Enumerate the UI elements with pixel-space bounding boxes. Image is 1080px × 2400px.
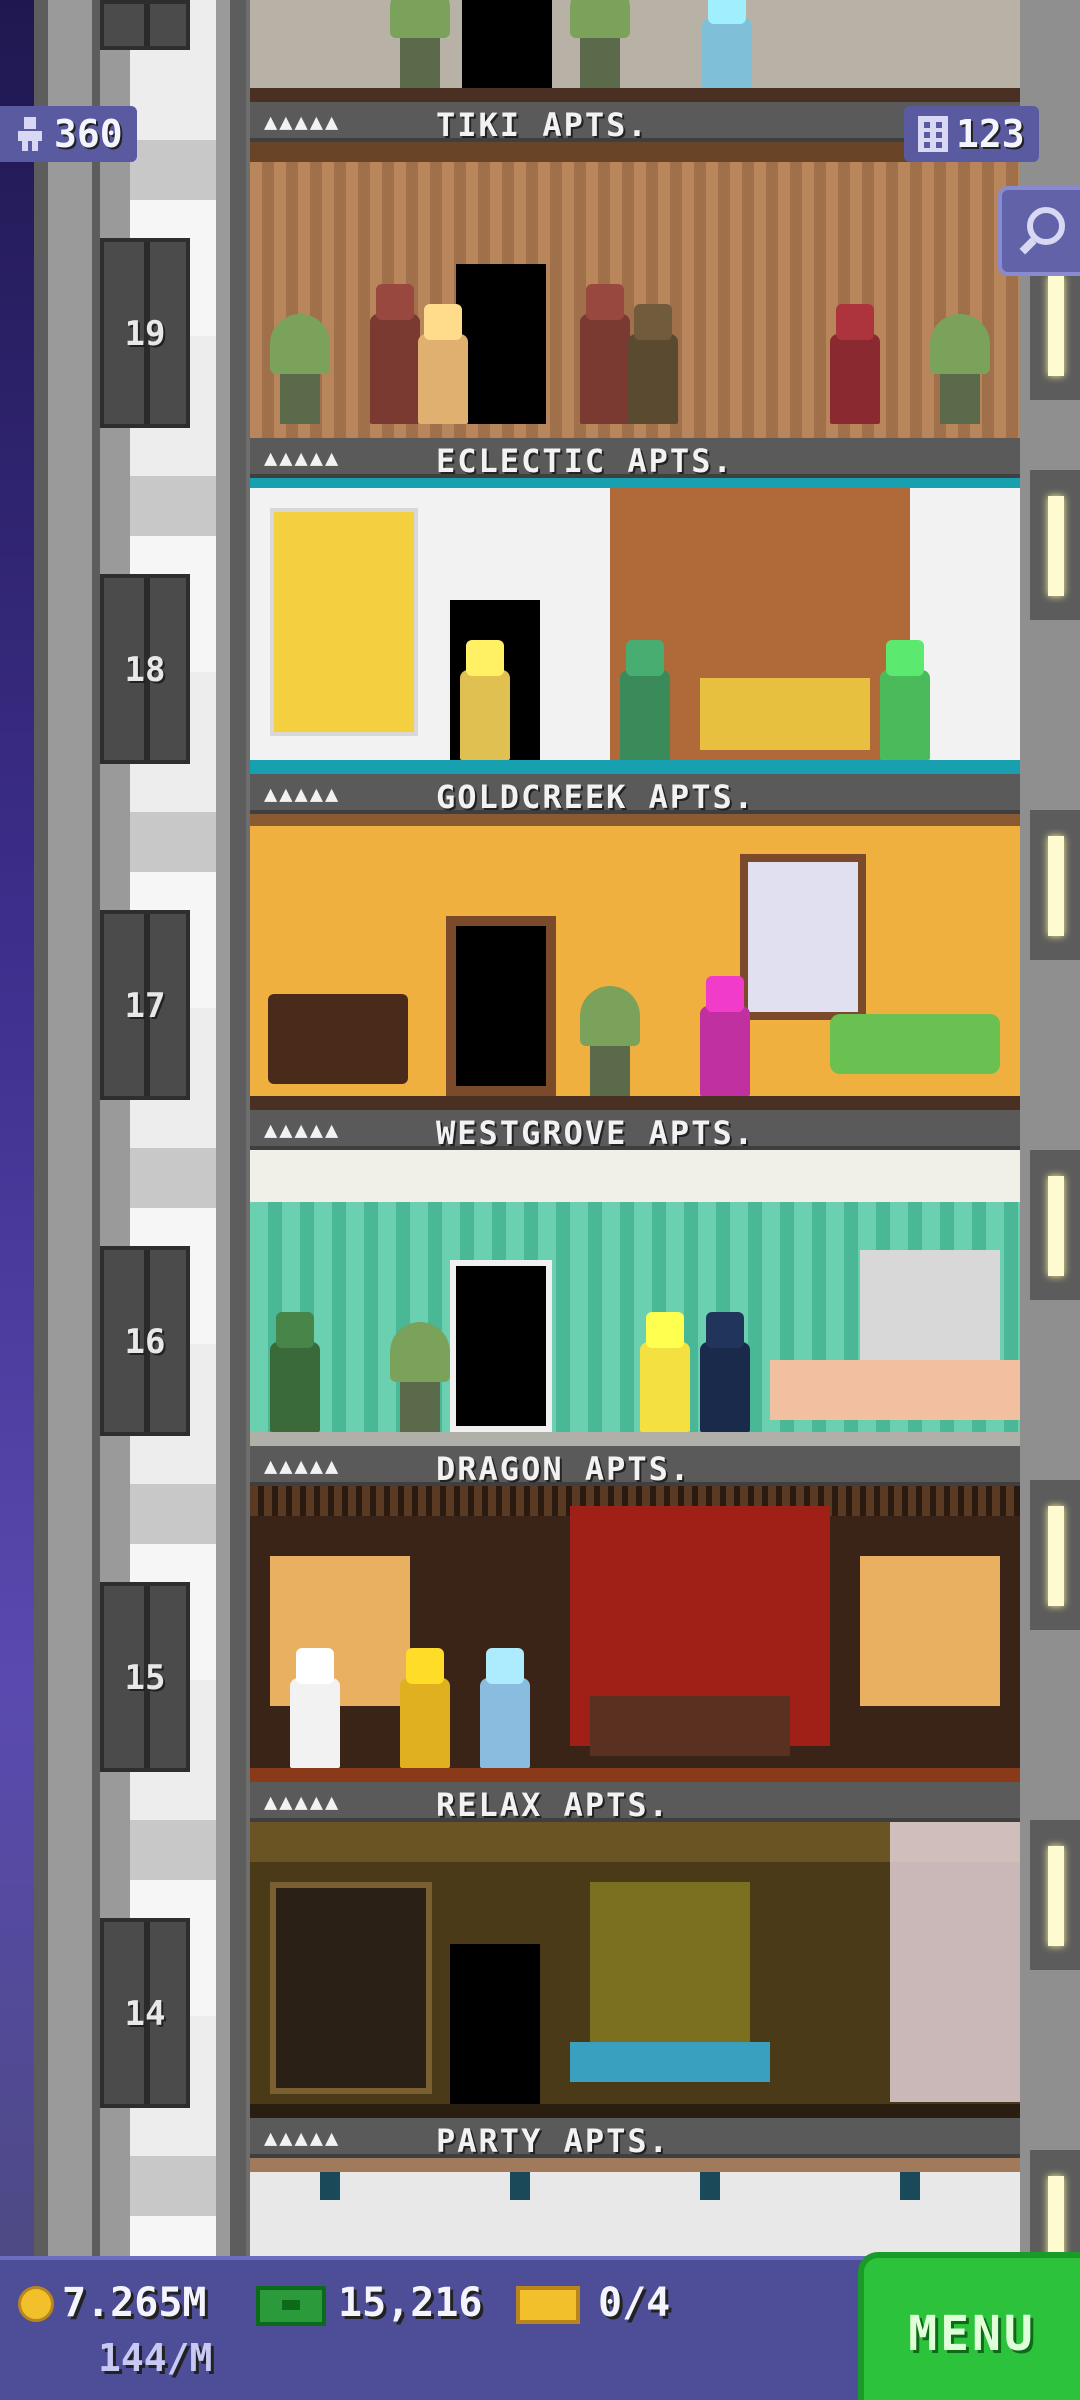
floor-label-bar: ▲▲▲▲▲ DRAGON APTS. — [250, 1446, 1020, 1488]
elevator-car[interactable]: 19 — [100, 238, 190, 428]
coin-icon — [18, 2286, 54, 2322]
floor-label-bar: ▲▲▲▲▲ ECLECTIC APTS. — [250, 438, 1020, 480]
coin-balance: 7.265M — [62, 2280, 207, 2326]
tower-window — [1030, 470, 1080, 620]
floor-name: DRAGON APTS. — [436, 1450, 692, 1488]
floor-count-badge[interactable]: 123 — [904, 106, 1039, 162]
tower-window — [1030, 810, 1080, 960]
person-icon — [18, 117, 42, 151]
floor-westgrove-apts[interactable]: ▲▲▲▲▲ WESTGROVE APTS. — [250, 1110, 1020, 1446]
search-button[interactable] — [998, 186, 1080, 276]
elevator-car[interactable]: 17 — [100, 910, 190, 1100]
ticket-icon — [516, 2286, 580, 2324]
elevator-car[interactable]: 16 — [100, 1246, 190, 1436]
population-count: 360 — [54, 112, 123, 156]
tower-window — [1030, 1150, 1080, 1300]
floor-label-bar: ▲▲▲▲▲ WESTGROVE APTS. — [250, 1110, 1020, 1152]
floor-name: GOLDCREEK APTS. — [436, 778, 755, 816]
floor-stars: ▲▲▲▲▲ — [264, 1790, 341, 1815]
floor-stars: ▲▲▲▲▲ — [264, 2126, 341, 2151]
floor-stars: ▲▲▲▲▲ — [264, 1454, 341, 1479]
floor-name: ECLECTIC APTS. — [436, 442, 734, 480]
elevator-car[interactable]: 14 — [100, 1918, 190, 2108]
floor-name: PARTY APTS. — [436, 2122, 670, 2160]
floor-goldcreek-apts[interactable]: ▲▲▲▲▲ GOLDCREEK APTS. — [250, 774, 1020, 1110]
floor-number: 16 — [124, 1322, 166, 1362]
floor-partial-top[interactable] — [250, 0, 1020, 102]
floor-stars: ▲▲▲▲▲ — [264, 446, 341, 471]
floor-label-bar: ▲▲▲▲▲ GOLDCREEK APTS. — [250, 774, 1020, 816]
floor-party-apts[interactable]: ▲▲▲▲▲ PARTY APTS. — [250, 2118, 1020, 2260]
magnifier-icon — [1019, 207, 1065, 255]
ticket-count: 0/4 — [598, 2280, 671, 2326]
menu-label: MENU — [908, 2306, 1036, 2362]
floor-number: 15 — [124, 1658, 166, 1698]
floor-label-bar: ▲▲▲▲▲ PARTY APTS. — [250, 2118, 1020, 2160]
tower-bux-icon — [256, 2286, 326, 2326]
floor-name: WESTGROVE APTS. — [436, 1114, 755, 1152]
floor-number: 17 — [124, 986, 166, 1026]
tower-window — [1030, 1820, 1080, 1970]
floor-stars: ▲▲▲▲▲ — [264, 782, 341, 807]
menu-button[interactable]: MENU — [858, 2252, 1080, 2400]
elevator-car[interactable]: 15 — [100, 1582, 190, 1772]
tower-bux-balance: 15,216 — [338, 2280, 483, 2326]
floor-number: 18 — [124, 650, 166, 690]
floor-number: 14 — [124, 1994, 166, 2034]
floor-stars: ▲▲▲▲▲ — [264, 1118, 341, 1143]
building-icon — [918, 116, 948, 152]
floor-number: 19 — [124, 314, 166, 354]
floor-stars: ▲▲▲▲▲ — [264, 110, 341, 135]
tower-window — [1030, 1480, 1080, 1630]
population-badge[interactable]: 360 — [0, 106, 137, 162]
floor-label-bar: ▲▲▲▲▲ RELAX APTS. — [250, 1782, 1020, 1824]
coin-rate: 144/M — [98, 2336, 213, 2380]
elevator-car[interactable] — [100, 0, 190, 50]
floor-name: RELAX APTS. — [436, 1786, 670, 1824]
floor-name: TIKI APTS. — [436, 106, 649, 144]
floor-dragon-apts[interactable]: ▲▲▲▲▲ DRAGON APTS. — [250, 1446, 1020, 1782]
floor-relax-apts[interactable]: ▲▲▲▲▲ RELAX APTS. — [250, 1782, 1020, 2118]
floor-count: 123 — [956, 112, 1025, 156]
elevator-car[interactable]: 18 — [100, 574, 190, 764]
floor-eclectic-apts[interactable]: ▲▲▲▲▲ ECLECTIC APTS. — [250, 438, 1020, 774]
